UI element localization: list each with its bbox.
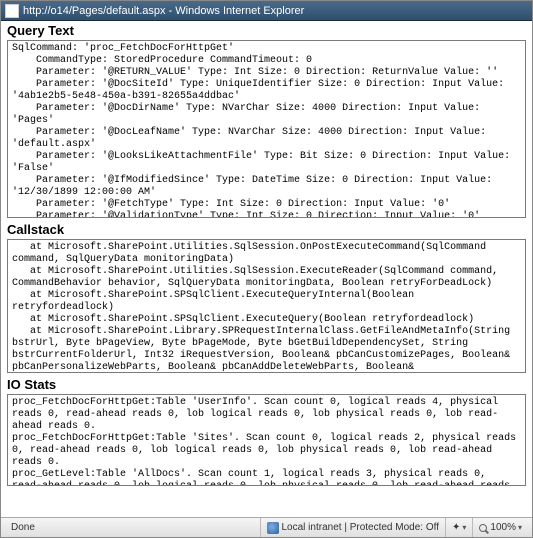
statusbar: Done Local intranet | Protected Mode: Of… xyxy=(1,517,532,537)
status-unknown[interactable]: ✦ xyxy=(445,518,472,537)
callstack-panel[interactable]: at Microsoft.SharePoint.Utilities.SqlSes… xyxy=(7,239,526,373)
query-text-panel[interactable]: SqlCommand: 'proc_FetchDocForHttpGet' Co… xyxy=(7,40,526,218)
intranet-icon xyxy=(267,522,279,534)
page-content[interactable]: Query Text SqlCommand: 'proc_FetchDocFor… xyxy=(1,21,532,517)
zoom-icon xyxy=(479,524,487,532)
status-unknown-icon: ✦ xyxy=(452,522,460,533)
status-zone[interactable]: Local intranet | Protected Mode: Off xyxy=(260,518,446,537)
status-zone-label: Local intranet | Protected Mode: Off xyxy=(282,522,440,533)
query-text-heading: Query Text xyxy=(7,23,526,38)
status-done: Done xyxy=(5,518,260,537)
window-app: Windows Internet Explorer xyxy=(175,5,304,17)
page-icon xyxy=(5,4,19,18)
window-url: http://o14/Pages/default.aspx xyxy=(23,5,166,17)
callstack-heading: Callstack xyxy=(7,222,526,237)
status-zoom[interactable]: 100% xyxy=(472,518,528,537)
section-iostats: IO Stats proc_FetchDocForHttpGet:Table '… xyxy=(7,377,526,486)
section-query-text: Query Text SqlCommand: 'proc_FetchDocFor… xyxy=(7,23,526,218)
status-zoom-label: 100% xyxy=(490,522,516,533)
iostats-panel[interactable]: proc_FetchDocForHttpGet:Table 'UserInfo'… xyxy=(7,394,526,486)
section-callstack: Callstack at Microsoft.SharePoint.Utilit… xyxy=(7,222,526,373)
iostats-heading: IO Stats xyxy=(7,377,526,392)
title-separator: - xyxy=(166,5,176,17)
titlebar: http://o14/Pages/default.aspx - Windows … xyxy=(1,1,532,21)
